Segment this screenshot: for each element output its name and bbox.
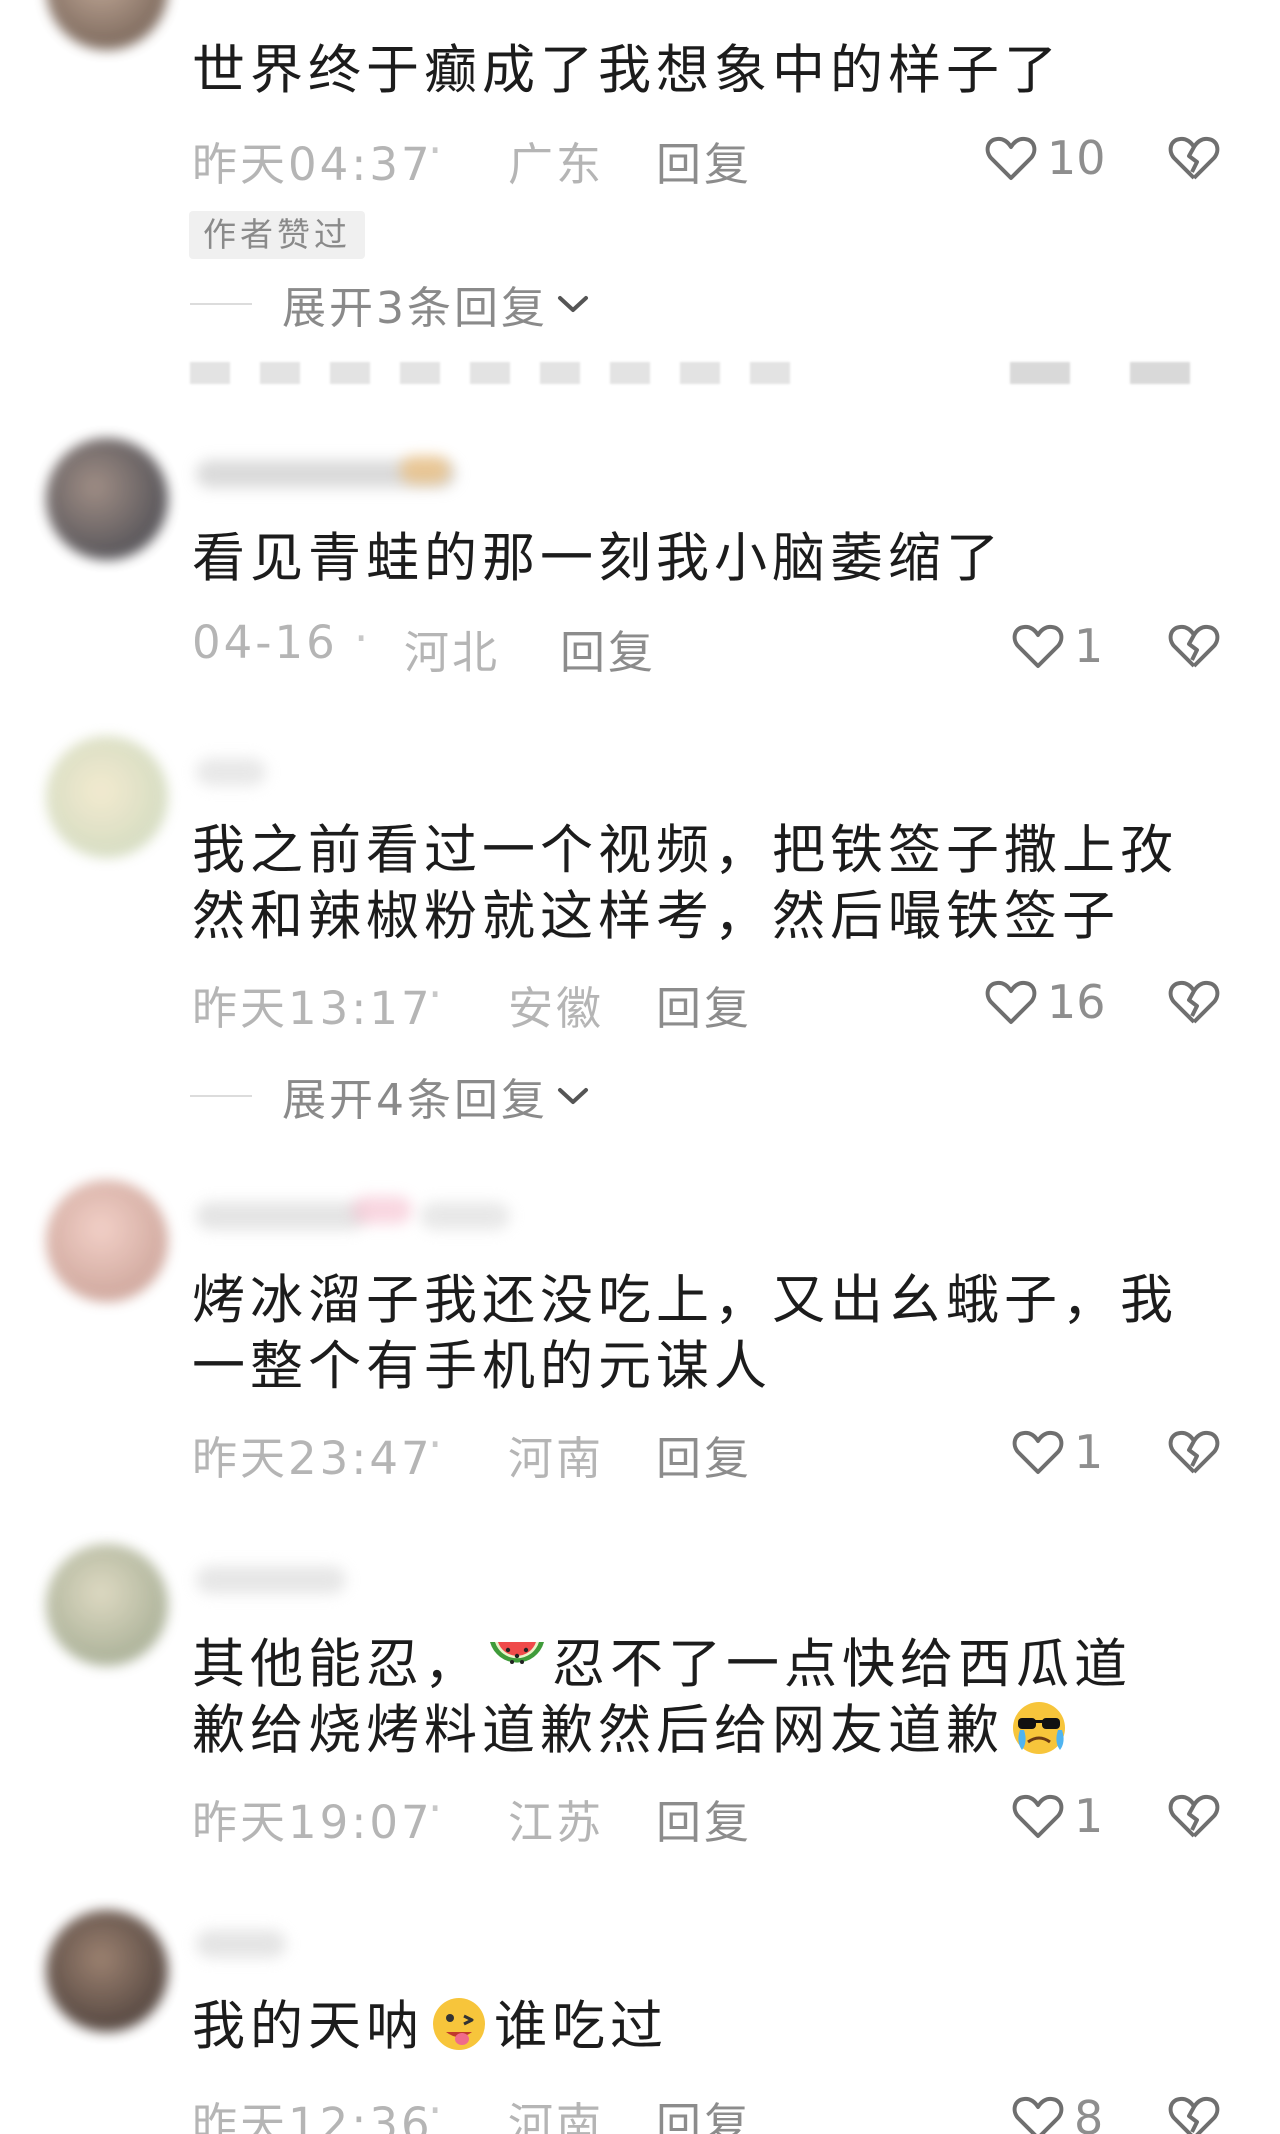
comment-location: 河南 bbox=[508, 1432, 605, 1485]
comment-meta: 昨天23:47 · 河南 回复 bbox=[192, 1418, 1280, 1485]
separator-dot: · bbox=[428, 1418, 446, 1471]
heart-icon bbox=[1012, 1794, 1064, 1838]
separator-dot: · bbox=[428, 1782, 446, 1835]
comment-location: 江苏 bbox=[508, 1796, 605, 1849]
broken-heart-icon[interactable] bbox=[1168, 1426, 1220, 1478]
author-liked-badge: 作者赞过 bbox=[189, 211, 365, 259]
comment-text-line: 然和辣椒粉就这样考，然后嘬铁签子 bbox=[192, 886, 1120, 947]
comment-text: 看见青蛙的那一刻我小脑萎缩了 bbox=[192, 528, 1004, 589]
like-count: 8 bbox=[1074, 2091, 1104, 2134]
like-button[interactable]: 1 bbox=[1012, 618, 1103, 674]
reply-button[interactable]: 回复 bbox=[560, 616, 656, 681]
avatar[interactable] bbox=[46, 1544, 168, 1666]
comment-location: 广东 bbox=[508, 138, 605, 191]
comment-text: 世界终于癫成了我想象中的样子了 bbox=[192, 40, 1062, 101]
separator-dot: · bbox=[428, 2084, 446, 2134]
broken-heart-icon[interactable] bbox=[1168, 976, 1220, 1028]
like-count: 1 bbox=[1074, 619, 1104, 673]
comment-text: 我之前看过一个视频，把铁签子撒上孜 然和辣椒粉就这样考，然后嘬铁签子 bbox=[192, 818, 1232, 950]
heart-icon bbox=[985, 980, 1037, 1024]
comment-time: 昨天23:47 bbox=[192, 1432, 433, 1485]
comment-text: 烤冰溜子我还没吃上，又出幺蛾子，我 一整个有手机的元谋人 bbox=[192, 1268, 1232, 1400]
separator-dot: · bbox=[428, 124, 446, 177]
comment-location: 河南 bbox=[508, 2098, 605, 2134]
heart-icon bbox=[1012, 1430, 1064, 1474]
expand-replies-label: 展开4条回复 bbox=[282, 1075, 548, 1126]
watermelon-emoji-icon bbox=[490, 1642, 544, 1664]
comment-meta: 昨天19:07 · 江苏 回复 bbox=[192, 1782, 1280, 1849]
chevron-down-icon bbox=[558, 1088, 588, 1104]
avatar[interactable] bbox=[46, 0, 168, 50]
comment-meta: 昨天12:36 · 河南 回复 bbox=[192, 2084, 1280, 2134]
comment-text-segment: 忍不了一点快给西瓜道 bbox=[552, 1634, 1132, 1695]
heart-icon bbox=[1012, 2096, 1064, 2134]
divider bbox=[190, 303, 252, 305]
like-count: 10 bbox=[1047, 131, 1106, 185]
comment-text-line: 歉给烧烤料道歉然后给网友道歉 bbox=[192, 1700, 1004, 1761]
like-button[interactable]: 10 bbox=[985, 130, 1106, 186]
username-blurred bbox=[420, 1202, 510, 1230]
expand-replies-label: 展开3条回复 bbox=[282, 283, 548, 334]
comment-text-line: 烤冰溜子我还没吃上，又出幺蛾子，我 bbox=[192, 1270, 1178, 1331]
tongue-wink-emoji-icon bbox=[433, 1998, 485, 2050]
separator-dot: · bbox=[428, 968, 446, 1021]
reply-button[interactable]: 回复 bbox=[656, 2088, 752, 2134]
comment-meta: 昨天13:17 · 安徽 回复 bbox=[192, 968, 1280, 1035]
reply-button[interactable]: 回复 bbox=[656, 972, 752, 1037]
comment-text-segment: 谁吃过 bbox=[494, 1996, 668, 2057]
emoji-blurred bbox=[400, 456, 450, 484]
comment-text-segment: 我的天呐 bbox=[192, 1996, 424, 2057]
divider bbox=[190, 1095, 252, 1097]
comment-location: 河北 bbox=[404, 626, 501, 679]
username-blurred bbox=[196, 758, 266, 786]
comment-text: 其他能忍， 忍不了一点快给西瓜道 歉给烧烤料道歉然后给网友道歉 bbox=[192, 1632, 1232, 1764]
comment-time: 昨天12:36 bbox=[192, 2098, 433, 2134]
like-button[interactable]: 16 bbox=[985, 974, 1106, 1030]
like-count: 1 bbox=[1074, 1425, 1104, 1479]
broken-heart-icon[interactable] bbox=[1168, 132, 1220, 184]
like-button[interactable]: 8 bbox=[1012, 2090, 1103, 2134]
comment-time: 昨天04:37 bbox=[192, 138, 433, 191]
comment-text: 我的天呐 谁吃过 bbox=[192, 1994, 1232, 2060]
username-blurred bbox=[196, 1202, 366, 1230]
clipped-icons-row bbox=[1010, 362, 1190, 386]
comment-meta: 昨天04:37 · 广东 回复 bbox=[192, 124, 1280, 191]
reply-button[interactable]: 回复 bbox=[656, 1786, 752, 1851]
avatar[interactable] bbox=[46, 1910, 168, 2032]
avatar[interactable] bbox=[46, 438, 168, 560]
like-button[interactable]: 1 bbox=[1012, 1788, 1103, 1844]
comment-time: 04-16 bbox=[192, 616, 338, 669]
like-count: 16 bbox=[1047, 975, 1106, 1029]
comment-time: 昨天13:17 bbox=[192, 982, 433, 1035]
emoji-blurred bbox=[352, 1196, 412, 1224]
username-blurred bbox=[196, 1566, 346, 1594]
broken-heart-icon[interactable] bbox=[1168, 1790, 1220, 1842]
expand-replies-button[interactable]: 展开3条回复 bbox=[190, 274, 590, 334]
comment-list: 世界终于癫成了我想象中的样子了 昨天04:37 · 广东 回复 10 作者赞过 … bbox=[0, 0, 1280, 2134]
comment-text-line: 一整个有手机的元谋人 bbox=[192, 1336, 772, 1397]
chevron-down-icon bbox=[558, 296, 588, 312]
avatar[interactable] bbox=[46, 1180, 168, 1302]
sunglasses-tears-emoji-icon bbox=[1013, 1702, 1065, 1754]
comment-text-line: 我之前看过一个视频，把铁签子撒上孜 bbox=[192, 820, 1178, 881]
comment-meta: 04-16 · 河北 回复 bbox=[192, 612, 1280, 679]
like-button[interactable]: 1 bbox=[1012, 1424, 1103, 1480]
expand-replies-button[interactable]: 展开4条回复 bbox=[190, 1066, 590, 1126]
like-count: 1 bbox=[1074, 1789, 1104, 1843]
clipped-meta-row bbox=[190, 362, 790, 386]
broken-heart-icon[interactable] bbox=[1168, 620, 1220, 672]
separator-dot: · bbox=[354, 612, 372, 665]
reply-button[interactable]: 回复 bbox=[656, 128, 752, 193]
heart-icon bbox=[1012, 624, 1064, 668]
avatar[interactable] bbox=[46, 736, 168, 858]
username-blurred bbox=[196, 1930, 286, 1958]
comment-time: 昨天19:07 bbox=[192, 1796, 433, 1849]
comment-location: 安徽 bbox=[508, 982, 605, 1035]
broken-heart-icon[interactable] bbox=[1168, 2092, 1220, 2134]
heart-icon bbox=[985, 136, 1037, 180]
reply-button[interactable]: 回复 bbox=[656, 1422, 752, 1487]
comment-text-segment: 其他能忍， bbox=[192, 1634, 482, 1695]
